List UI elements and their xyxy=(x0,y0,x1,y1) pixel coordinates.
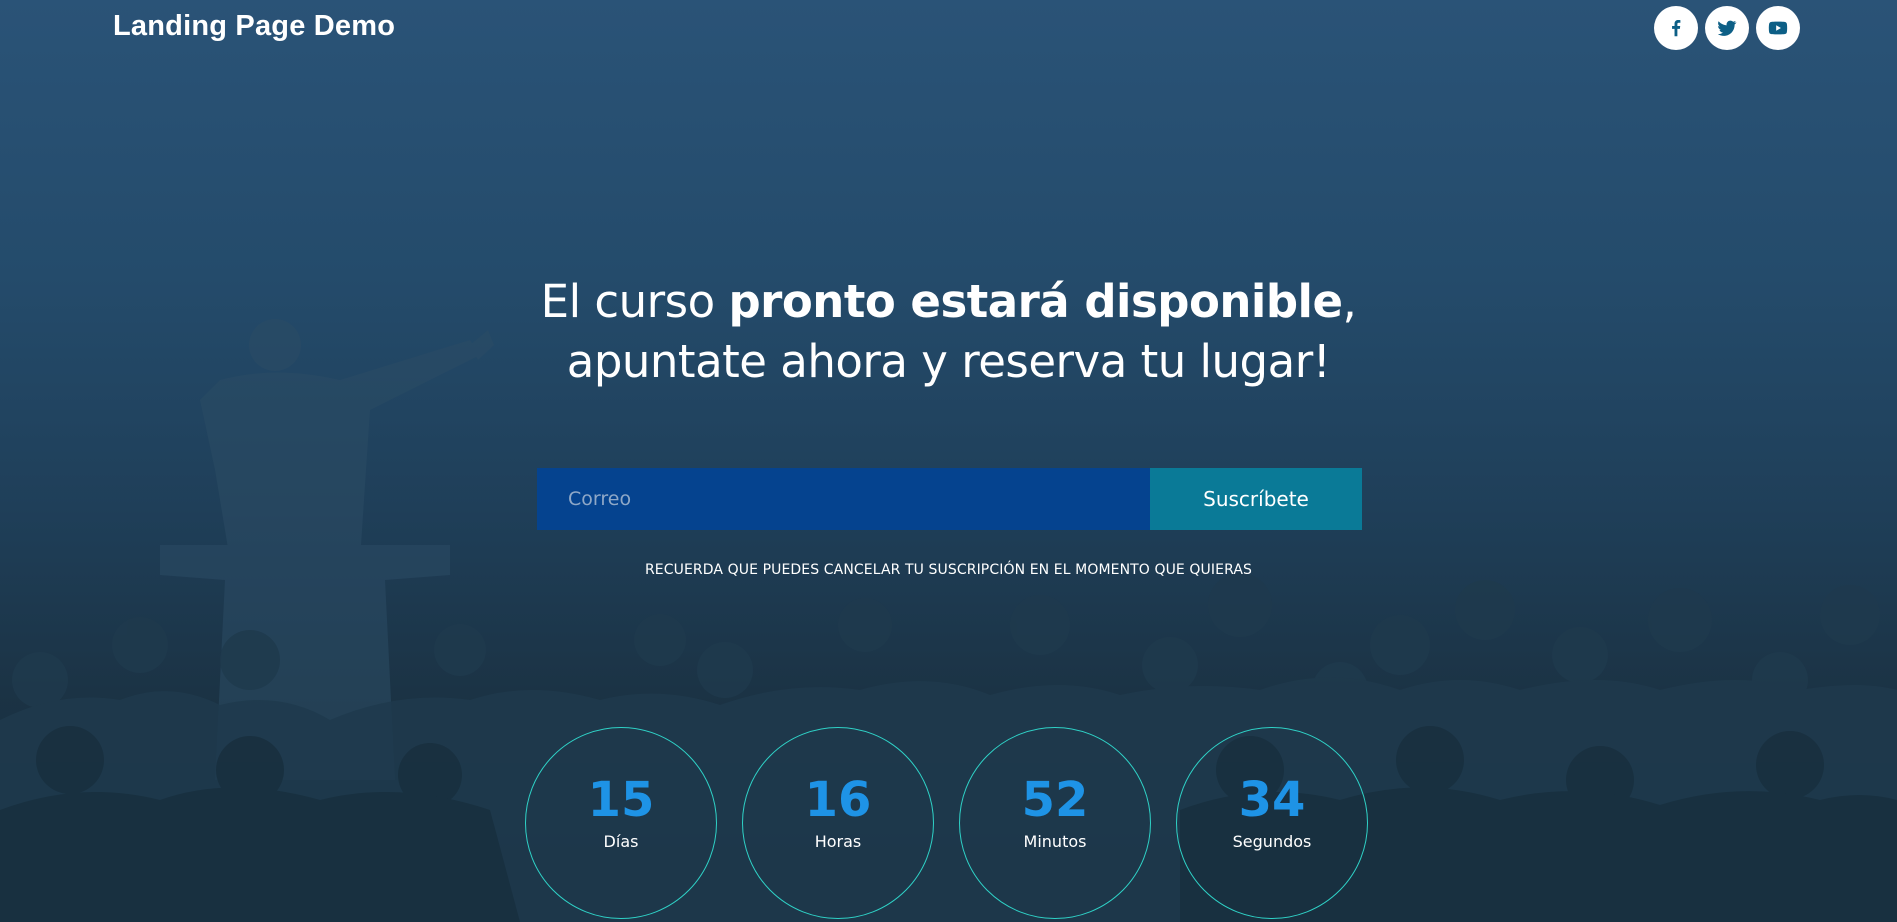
social-links xyxy=(1654,6,1800,50)
email-input[interactable] xyxy=(537,468,1150,530)
headline-comma: , xyxy=(1342,275,1357,328)
headline-bold: pronto estará disponible xyxy=(728,275,1343,328)
countdown-seconds: 34 Segundos xyxy=(1176,727,1368,919)
subscribe-button[interactable]: Suscríbete xyxy=(1150,468,1362,530)
countdown-hours-label: Horas xyxy=(814,831,862,851)
countdown-days: 15 Días xyxy=(525,727,717,919)
countdown-days-value: 15 xyxy=(587,771,655,828)
countdown-days-label: Días xyxy=(603,831,639,851)
subscribe-form: Suscríbete xyxy=(537,468,1362,530)
brand-title: Landing Page Demo xyxy=(113,10,396,42)
twitter-icon xyxy=(1717,20,1737,36)
countdown-timer: 15 Días 16 Horas 52 Minutos 34 Segundos xyxy=(525,727,1368,919)
countdown-minutes-label: Minutos xyxy=(1023,831,1087,851)
hero-headline: El curso pronto estará disponible, apunt… xyxy=(0,272,1897,392)
facebook-icon xyxy=(1672,20,1681,37)
countdown-minutes-value: 52 xyxy=(1021,771,1089,828)
facebook-link[interactable] xyxy=(1654,6,1698,50)
youtube-link[interactable] xyxy=(1756,6,1800,50)
landing-page: Landing Page Demo El curso pronto estará… xyxy=(0,0,1897,922)
countdown-seconds-label: Segundos xyxy=(1232,831,1312,851)
cancel-note: RECUERDA QUE PUEDES CANCELAR TU SUSCRIPC… xyxy=(644,562,1252,578)
countdown-hours: 16 Horas xyxy=(742,727,934,919)
countdown-seconds-value: 34 xyxy=(1238,771,1306,828)
countdown-minutes: 52 Minutos xyxy=(959,727,1151,919)
headline-line2: apuntate ahora y reserva tu lugar! xyxy=(566,335,1331,388)
headline-regular: El curso xyxy=(540,275,729,328)
twitter-link[interactable] xyxy=(1705,6,1749,50)
countdown-hours-value: 16 xyxy=(804,771,872,828)
youtube-icon xyxy=(1768,21,1788,35)
